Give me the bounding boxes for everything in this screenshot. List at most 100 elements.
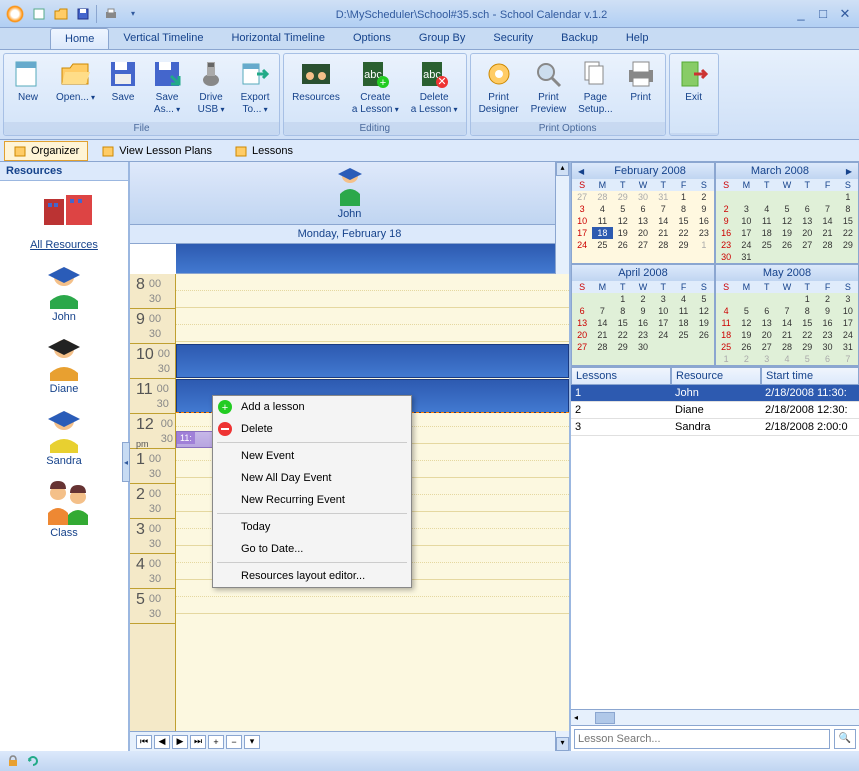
day-cell[interactable]: 6 [797, 203, 817, 215]
day-cell[interactable]: 21 [817, 227, 837, 239]
day-cell[interactable]: 5 [613, 203, 633, 215]
menutab-options[interactable]: Options [339, 28, 405, 49]
day-cell[interactable]: 23 [633, 329, 653, 341]
next-month-icon[interactable]: ▶ [842, 167, 856, 176]
day-cell[interactable]: 22 [613, 329, 633, 341]
minical-header[interactable]: ◀February 2008 [572, 163, 714, 179]
day-cell[interactable] [716, 191, 736, 203]
day-cell[interactable]: 2 [694, 191, 714, 203]
print-preview-button[interactable]: PrintPreview [525, 56, 573, 120]
day-cell[interactable]: 2 [817, 293, 837, 305]
day-cell[interactable]: 17 [653, 317, 673, 329]
day-cell[interactable]: 17 [736, 227, 756, 239]
day-cell[interactable]: 1 [838, 191, 858, 203]
app-logo-icon[interactable] [6, 5, 24, 23]
resource-all-resources[interactable]: All Resources [30, 189, 98, 251]
nav-remove-button[interactable]: − [226, 735, 242, 749]
day-cell[interactable]: 9 [716, 215, 736, 227]
day-cell[interactable]: 31 [653, 191, 673, 203]
day-cell[interactable]: 5 [736, 305, 756, 317]
day-cell[interactable] [797, 191, 817, 203]
day-cell[interactable]: 4 [592, 203, 612, 215]
day-cell[interactable]: 25 [592, 239, 612, 251]
search-input[interactable] [574, 729, 830, 749]
menu-new-all-day-event[interactable]: New All Day Event [213, 467, 411, 489]
day-cell[interactable]: 22 [797, 329, 817, 341]
day-cell[interactable]: 19 [736, 329, 756, 341]
resource-diane[interactable]: Diane [40, 333, 88, 395]
day-cell[interactable] [736, 191, 756, 203]
day-cell[interactable]: 15 [613, 317, 633, 329]
day-cell[interactable]: 7 [777, 305, 797, 317]
day-cell[interactable]: 14 [653, 215, 673, 227]
day-cell[interactable]: 20 [797, 227, 817, 239]
print-designer-button[interactable]: PrintDesigner [473, 56, 525, 120]
day-cell[interactable]: 26 [613, 239, 633, 251]
day-cell[interactable]: 30 [817, 341, 837, 353]
event-block[interactable] [176, 344, 569, 378]
day-cell[interactable]: 29 [797, 341, 817, 353]
day-cell[interactable]: 9 [694, 203, 714, 215]
menutab-help[interactable]: Help [612, 28, 663, 49]
day-cell[interactable]: 27 [797, 239, 817, 251]
day-cell[interactable]: 3 [572, 203, 592, 215]
resource-john[interactable]: John [40, 261, 88, 323]
day-cell[interactable]: 17 [838, 317, 858, 329]
day-cell[interactable]: 1 [613, 293, 633, 305]
day-cell[interactable]: 26 [736, 341, 756, 353]
day-cell[interactable] [817, 251, 837, 263]
qat-open-icon[interactable] [52, 5, 70, 23]
qat-new-icon[interactable] [30, 5, 48, 23]
qat-save-icon[interactable] [74, 5, 92, 23]
day-cell[interactable]: 10 [838, 305, 858, 317]
day-cell[interactable]: 10 [572, 215, 592, 227]
day-cell[interactable] [694, 341, 714, 353]
day-cell[interactable]: 31 [736, 251, 756, 263]
day-cell[interactable]: 7 [653, 203, 673, 215]
day-cell[interactable]: 23 [694, 227, 714, 239]
day-cell[interactable]: 14 [777, 317, 797, 329]
day-cell[interactable]: 26 [694, 329, 714, 341]
day-cell[interactable]: 1 [694, 239, 714, 251]
page-setup--button[interactable]: PageSetup... [572, 56, 618, 120]
minical-header[interactable]: March 2008▶ [716, 163, 858, 179]
day-cell[interactable] [777, 251, 797, 263]
day-cell[interactable] [797, 251, 817, 263]
minical-header[interactable]: April 2008 [572, 265, 714, 281]
day-cell[interactable]: 10 [653, 305, 673, 317]
day-cell[interactable] [777, 191, 797, 203]
nav-next-button[interactable]: ▶ [172, 735, 188, 749]
day-cell[interactable]: 4 [716, 305, 736, 317]
day-cell[interactable]: 8 [673, 203, 693, 215]
nav-last-button[interactable]: ⏭ [190, 735, 206, 749]
day-cell[interactable]: 30 [633, 191, 653, 203]
save-button[interactable]: Save [101, 56, 145, 120]
day-cell[interactable]: 28 [653, 239, 673, 251]
col-lessons[interactable]: Lessons [571, 367, 671, 385]
new-button[interactable]: New [6, 56, 50, 120]
day-cell[interactable]: 25 [716, 341, 736, 353]
lesson-row[interactable]: 1John2/18/2008 11:30: [571, 385, 859, 402]
day-cell[interactable]: 2 [736, 353, 756, 365]
minimize-button[interactable]: _ [793, 6, 809, 22]
search-button[interactable]: 🔍 [834, 729, 856, 749]
col-resource[interactable]: Resource [671, 367, 761, 385]
day-cell[interactable]: 16 [716, 227, 736, 239]
day-cell[interactable]: 23 [716, 239, 736, 251]
menu-new-recurring-event[interactable]: New Recurring Event [213, 489, 411, 511]
day-cell[interactable]: 14 [592, 317, 612, 329]
day-cell[interactable]: 29 [838, 239, 858, 251]
day-cell[interactable]: 8 [797, 305, 817, 317]
menutab-security[interactable]: Security [479, 28, 547, 49]
day-cell[interactable]: 11 [592, 215, 612, 227]
resources-button[interactable]: Resources [286, 56, 346, 120]
day-cell[interactable]: 28 [777, 341, 797, 353]
day-cell[interactable]: 22 [673, 227, 693, 239]
day-cell[interactable]: 27 [572, 341, 592, 353]
day-cell[interactable]: 2 [716, 203, 736, 215]
day-cell[interactable]: 5 [797, 353, 817, 365]
day-cell[interactable]: 4 [673, 293, 693, 305]
day-cell[interactable]: 24 [653, 329, 673, 341]
print-button[interactable]: Print [619, 56, 663, 120]
maximize-button[interactable]: □ [815, 6, 831, 22]
